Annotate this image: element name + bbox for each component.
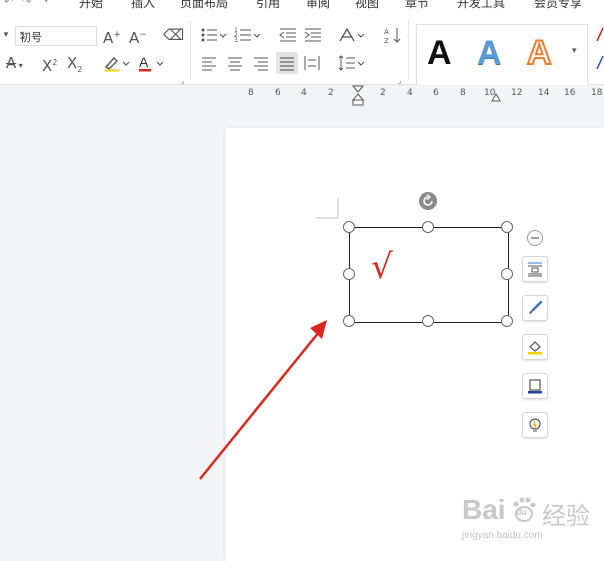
margin-corner-mark [316, 198, 339, 219]
bullet-list-icon[interactable] [200, 26, 228, 48]
style-black-a[interactable]: A [427, 29, 452, 77]
menu-insert[interactable]: 插入 [131, 0, 155, 11]
horizontal-ruler[interactable]: 8 6 4 2 2 4 6 8 10 12 14 16 18 [0, 85, 604, 107]
fill-bucket-icon [528, 341, 542, 355]
ribbon-toolbar: ▾ 初号 ▾ A+ A− ⌫ A ▾ X2 X2 A ⌟ 123 A Z ⌟ A… [0, 12, 604, 88]
wrap-text-button[interactable] [522, 256, 548, 282]
text-outline-icon[interactable] [594, 54, 604, 76]
smart-suggest-button[interactable] [522, 412, 548, 438]
decrease-indent-icon[interactable] [278, 26, 298, 48]
menu-references[interactable]: 引用 [256, 0, 280, 11]
wrap-text-icon [528, 262, 542, 277]
ruler-tick: 8 [248, 88, 254, 98]
watermark-url: jingyan.baidu.com [462, 530, 543, 541]
font-color-icon[interactable]: A [138, 54, 166, 76]
menu-bar: ↶ ↷ ▾ 开始 插入 页面布局 引用 审阅 视图 章节 开发工具 会员专享 [0, 0, 604, 12]
font-name-dropdown-icon[interactable]: ▾ [0, 26, 12, 44]
align-right-icon[interactable] [252, 54, 270, 76]
gallery-more-icon[interactable]: ▾ [572, 42, 577, 60]
separator [190, 20, 191, 80]
menu-home[interactable]: 开始 [79, 0, 103, 11]
strikethrough-icon[interactable]: A ▾ [6, 54, 23, 75]
menu-member[interactable]: 会员专享 [534, 0, 582, 11]
right-indent-marker-icon[interactable] [491, 93, 501, 103]
resize-handles[interactable] [342, 220, 516, 328]
ruler-tick: 14 [538, 88, 550, 98]
menu-chapter[interactable]: 章节 [405, 0, 429, 11]
ruler-tick: 2 [380, 88, 386, 98]
text-effect-icon[interactable] [594, 26, 604, 48]
quick-access-dropdown-icon[interactable]: ▾ [44, 0, 49, 6]
svg-text:A: A [384, 28, 389, 36]
outline-button[interactable] [522, 373, 548, 399]
highlight-color-icon[interactable] [103, 54, 131, 76]
separator [408, 20, 409, 80]
shape-style-button[interactable] [522, 295, 548, 321]
clear-format-icon[interactable]: ⌫ [163, 26, 184, 44]
svg-text:Z: Z [384, 37, 389, 44]
rotate-handle-icon[interactable] [418, 191, 438, 211]
lightbulb-icon [529, 418, 541, 432]
fill-color-button[interactable] [522, 334, 548, 360]
ruler-tick: 18 [591, 88, 603, 98]
decrease-font-size-icon[interactable]: A− [129, 26, 147, 47]
text-style-gallery: A A A [416, 24, 588, 88]
baidu-jingyan-watermark: Bai du 经验 jingyan.baidu.com [462, 494, 592, 544]
superscript-icon[interactable]: X2 [42, 54, 57, 75]
watermark-brand: Bai [462, 494, 506, 525]
align-center-icon[interactable] [226, 54, 244, 76]
chinese-layout-icon[interactable] [338, 26, 366, 48]
distributed-align-icon[interactable] [303, 54, 321, 76]
style-orange-outline-a[interactable]: A [526, 29, 553, 77]
align-left-icon[interactable] [200, 54, 218, 76]
indent-marker-icon[interactable] [352, 85, 364, 107]
redo-icon[interactable]: ↷ [22, 0, 31, 8]
ruler-tick: 12 [511, 88, 523, 98]
menu-review[interactable]: 审阅 [306, 0, 330, 11]
svg-text:3: 3 [234, 37, 238, 44]
ruler-tick: 4 [407, 88, 413, 98]
numbered-list-icon[interactable]: 123 [234, 26, 262, 48]
menu-developer-tools[interactable]: 开发工具 [457, 0, 505, 11]
menu-page-layout[interactable]: 页面布局 [180, 0, 228, 11]
sort-icon[interactable]: AZ [384, 26, 402, 48]
style-blue-a[interactable]: A [477, 29, 502, 77]
watermark-brand-icon-text: du [516, 507, 527, 517]
menu-view[interactable]: 视图 [355, 0, 379, 11]
watermark-tagline: 经验 [542, 503, 590, 530]
ruler-tick: 4 [301, 88, 307, 98]
ruler-tick: 16 [564, 88, 576, 98]
undo-icon[interactable]: ↶ [4, 0, 13, 8]
collapse-toolbar-icon[interactable] [526, 229, 544, 247]
ruler-tick: 6 [275, 88, 281, 98]
brush-icon [529, 300, 543, 314]
outline-icon [528, 379, 542, 394]
ruler-tick: 6 [433, 88, 439, 98]
line-spacing-icon[interactable] [338, 54, 366, 76]
font-size-select[interactable]: 初号 ▾ [15, 26, 97, 46]
increase-font-size-icon[interactable]: A+ [103, 26, 121, 47]
red-arrow-annotation [199, 320, 327, 480]
increase-indent-icon[interactable] [303, 26, 323, 48]
ruler-tick: 2 [328, 88, 334, 98]
ruler-tick: 8 [460, 88, 466, 98]
svg-text:A: A [139, 54, 149, 70]
justify-icon[interactable] [276, 52, 298, 74]
chevron-down-icon: ▾ [20, 29, 25, 38]
subscript-icon[interactable]: X2 [67, 54, 82, 79]
